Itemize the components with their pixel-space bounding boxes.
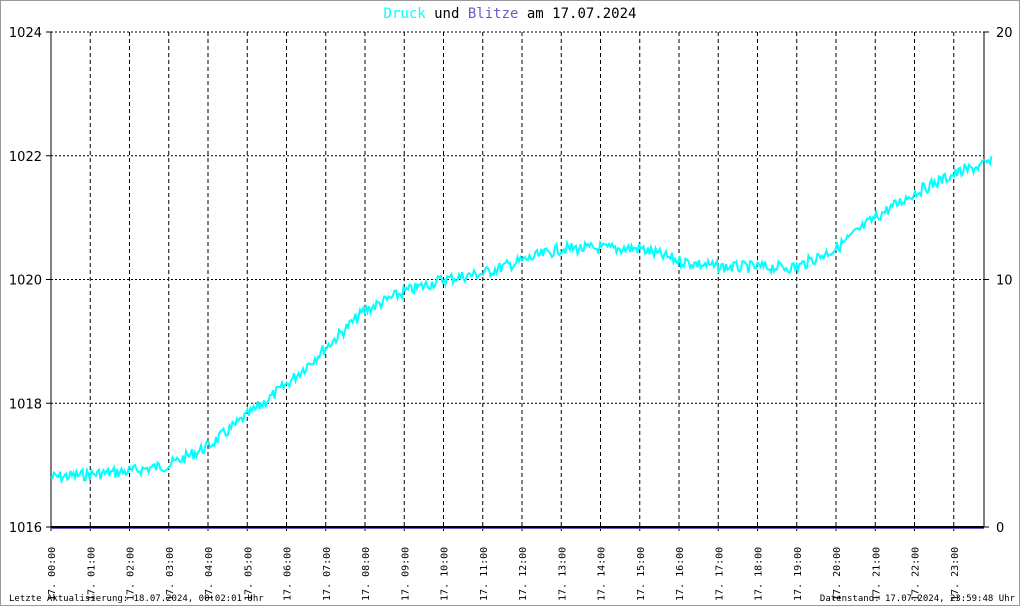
x-tick-label: 17. 23:00: [950, 547, 961, 601]
x-tick-label: 17. 04:00: [204, 547, 215, 601]
x-tick-label: 17. 22:00: [911, 547, 922, 601]
x-tick-label: 17. 07:00: [322, 547, 333, 601]
x-tick-label: 17. 18:00: [754, 547, 765, 601]
x-tick-label: 17. 09:00: [400, 547, 411, 601]
last-update: Letzte Aktualisierung: 18.07.2024, 00:02…: [9, 594, 264, 604]
x-tick-label: 17. 16:00: [675, 547, 686, 601]
x-tick-label: 17. 08:00: [361, 547, 372, 601]
x-tick-label: 17. 10:00: [440, 547, 451, 601]
y-left-tick-label: 1024: [9, 26, 42, 41]
x-tick-label: 17. 12:00: [518, 547, 529, 601]
x-tick-label: 17. 13:00: [557, 547, 568, 601]
x-tick-label: 17. 11:00: [479, 547, 490, 601]
x-tick-label: 17. 06:00: [283, 547, 294, 601]
chart-plot: 17. 00:00 17. 01:00 17. 02:00 17. 03:00 17. …: [9, 26, 1013, 601]
x-tick-label: 17. 19:00: [793, 547, 804, 601]
y-right-tick-label: 20: [996, 26, 1013, 41]
y-left-tick-label: 1016: [9, 521, 42, 536]
y-left-tick-label: 1022: [9, 150, 42, 165]
x-tick-label: 17. 02:00: [126, 547, 137, 601]
chart-window: Druck und Blitze am 17.07.2024 17. 00:00…: [0, 0, 1020, 606]
x-tick-label: 17. 14:00: [597, 547, 608, 601]
y-right-tick-label: 0: [996, 521, 1004, 536]
x-tick-label: 17. 03:00: [165, 547, 176, 601]
data-status: Datenstand: 17.07.2024, 23:59:48 Uhr: [819, 594, 1015, 604]
x-tick-label: 17. 00:00: [47, 547, 58, 601]
x-tick-label: 17. 17:00: [714, 547, 725, 601]
y-right-tick-label: 10: [996, 274, 1013, 289]
x-tick-label: 17. 20:00: [832, 547, 843, 601]
y-left-tick-label: 1020: [9, 274, 42, 289]
y-left-tick-label: 1018: [9, 397, 42, 412]
series-druck-line: [50, 156, 993, 485]
x-tick-label: 17. 15:00: [636, 547, 647, 601]
x-tick-label: 17. 21:00: [871, 547, 882, 601]
x-tick-label: 17. 01:00: [86, 547, 97, 601]
x-tick-label: 17. 05:00: [243, 547, 254, 601]
